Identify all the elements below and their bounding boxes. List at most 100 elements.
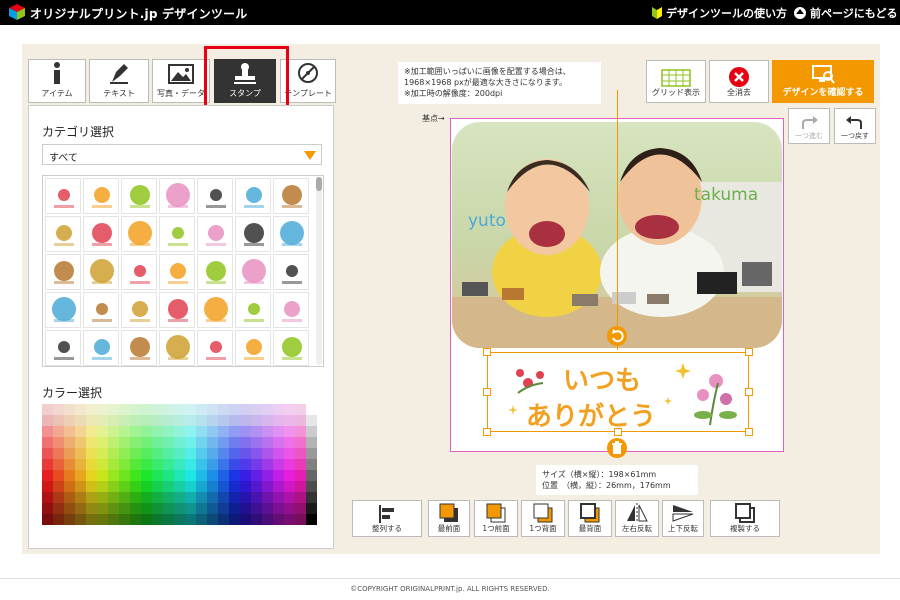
color-swatch[interactable] [240,459,251,470]
color-swatch[interactable] [53,492,64,503]
stamp-thumbnail[interactable] [159,216,195,252]
color-swatch[interactable] [130,448,141,459]
color-swatch[interactable] [284,514,295,525]
color-swatch[interactable] [53,426,64,437]
color-swatch[interactable] [196,481,207,492]
color-swatch[interactable] [174,503,185,514]
color-swatch[interactable] [64,448,75,459]
stamp-thumbnail[interactable] [273,292,309,328]
color-swatch[interactable] [130,514,141,525]
color-swatch[interactable] [163,415,174,426]
color-swatch[interactable] [185,404,196,415]
color-swatch[interactable] [196,503,207,514]
color-swatch[interactable] [284,481,295,492]
color-swatch[interactable] [295,426,306,437]
align-button[interactable]: 整列する [352,500,422,537]
color-swatch[interactable] [152,481,163,492]
howto-link[interactable]: デザインツールの使い方 [652,5,787,21]
color-swatch[interactable] [86,481,97,492]
color-swatch[interactable] [306,503,317,514]
stamp-thumbnail[interactable] [45,216,81,252]
color-swatch[interactable] [75,503,86,514]
color-swatch[interactable] [174,415,185,426]
color-swatch[interactable] [306,415,317,426]
stamp-thumbnail[interactable] [235,254,271,290]
color-swatch[interactable] [174,437,185,448]
color-swatch[interactable] [251,459,262,470]
color-swatch[interactable] [152,448,163,459]
stamp-thumbnail[interactable] [159,292,195,328]
stamp-thumbnail[interactable] [83,330,119,366]
color-swatch[interactable] [207,426,218,437]
color-swatch[interactable] [42,492,53,503]
color-swatch[interactable] [163,514,174,525]
color-swatch[interactable] [273,448,284,459]
color-swatch[interactable] [152,514,163,525]
stamp-thumbnail[interactable] [273,178,309,214]
color-swatch[interactable] [152,492,163,503]
color-swatch[interactable] [229,503,240,514]
color-swatch[interactable] [108,503,119,514]
color-swatch[interactable] [42,426,53,437]
undo-button[interactable]: 一つ戻す [834,108,876,144]
color-swatch[interactable] [273,415,284,426]
color-swatch[interactable] [306,514,317,525]
color-swatch[interactable] [251,481,262,492]
color-swatch[interactable] [218,503,229,514]
color-swatch[interactable] [240,492,251,503]
stamp-thumbnail[interactable] [197,178,233,214]
color-swatch[interactable] [75,448,86,459]
stamp-thumbnail[interactable] [159,330,195,366]
color-swatch[interactable] [119,481,130,492]
color-swatch[interactable] [152,470,163,481]
color-swatch[interactable] [42,415,53,426]
color-swatch[interactable] [185,459,196,470]
color-swatch[interactable] [108,426,119,437]
color-swatch[interactable] [251,426,262,437]
color-swatch[interactable] [251,415,262,426]
stamp-thumbnail[interactable] [159,254,195,290]
color-swatch[interactable] [218,459,229,470]
color-swatch[interactable] [196,514,207,525]
color-swatch[interactable] [229,459,240,470]
stamp-thumbnail[interactable] [121,292,157,328]
color-swatch[interactable] [163,481,174,492]
color-swatch[interactable] [185,492,196,503]
color-swatch[interactable] [196,492,207,503]
bring-forward-button[interactable]: 1つ前面 [474,500,518,537]
color-swatch[interactable] [97,448,108,459]
color-swatch[interactable] [75,415,86,426]
color-swatch[interactable] [53,415,64,426]
color-swatch[interactable] [262,481,273,492]
color-swatch[interactable] [273,503,284,514]
color-swatch[interactable] [262,470,273,481]
stamp-thumbnail[interactable] [45,178,81,214]
rotate-handle[interactable] [607,326,627,346]
color-swatch[interactable] [196,404,207,415]
color-swatch[interactable] [196,426,207,437]
color-swatch[interactable] [64,459,75,470]
color-swatch[interactable] [240,470,251,481]
color-swatch[interactable] [218,481,229,492]
color-swatch[interactable] [163,459,174,470]
color-swatch[interactable] [119,459,130,470]
flip-vertical-button[interactable]: 上下反転 [662,500,704,537]
color-swatch[interactable] [273,437,284,448]
color-swatch[interactable] [130,415,141,426]
color-swatch[interactable] [97,415,108,426]
color-swatch[interactable] [75,470,86,481]
color-swatch[interactable] [284,404,295,415]
color-swatch[interactable] [273,481,284,492]
color-swatch[interactable] [229,514,240,525]
stamp-thumbnail[interactable] [83,216,119,252]
color-swatch[interactable] [218,415,229,426]
color-swatch[interactable] [196,470,207,481]
color-swatch[interactable] [75,459,86,470]
color-swatch[interactable] [295,470,306,481]
color-swatch[interactable] [53,459,64,470]
scroll-thumb[interactable] [316,177,322,191]
color-swatch[interactable] [130,481,141,492]
color-swatch[interactable] [130,492,141,503]
color-swatch[interactable] [262,448,273,459]
resize-handle[interactable] [745,388,753,396]
